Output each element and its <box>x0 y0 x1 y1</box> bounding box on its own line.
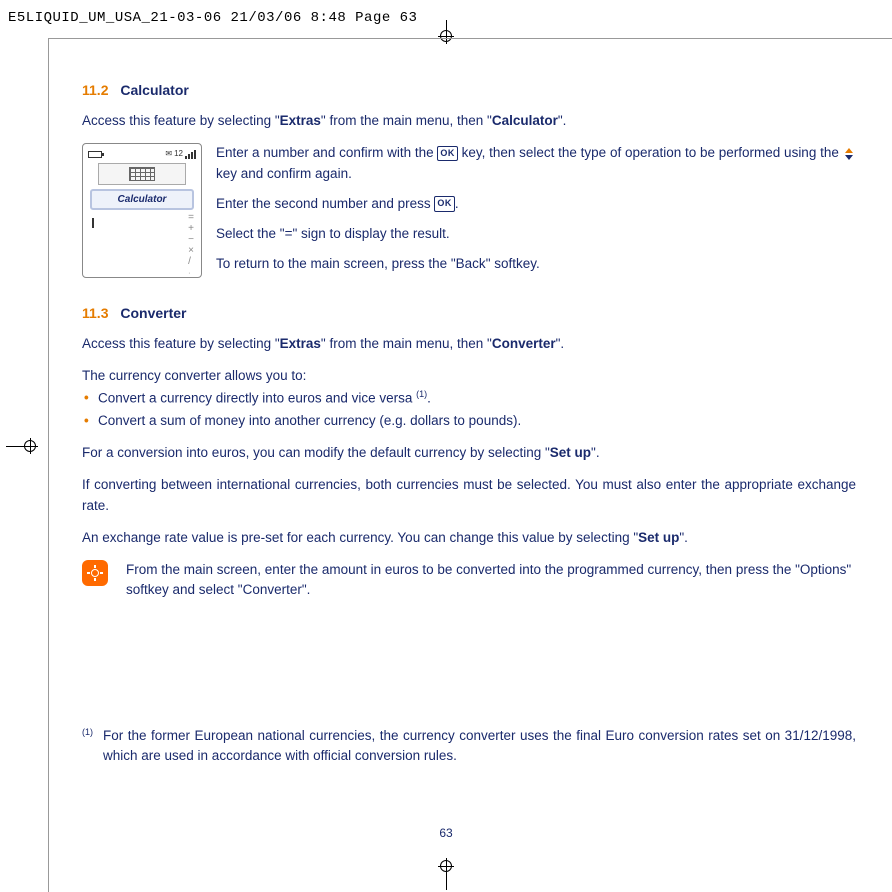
list-item: Convert a sum of money into another curr… <box>82 411 856 431</box>
ok-key-icon: OK <box>437 146 458 162</box>
cursor-icon <box>92 218 94 228</box>
list-item: Convert a currency directly into euros a… <box>82 388 856 409</box>
footnote-text: For the former European national currenc… <box>103 726 856 767</box>
crop-mark-bottom <box>446 872 447 890</box>
registration-mark-bottom <box>438 858 454 874</box>
lightbulb-icon <box>87 565 103 581</box>
section-heading-converter: 11.3 Converter <box>82 303 856 324</box>
footnote-mark: (1) <box>82 726 93 767</box>
page-border-top <box>48 38 892 39</box>
prepress-header: E5LIQUID_UM_USA_21-03-06 21/03/06 8:48 P… <box>8 8 417 29</box>
converter-lead: The currency converter allows you to: <box>82 366 856 386</box>
nav-key-icon <box>843 148 855 160</box>
section-title: Converter <box>120 305 186 321</box>
calc-step-1: Enter a number and confirm with the OK k… <box>216 143 856 184</box>
converter-international: If converting between international curr… <box>82 475 856 516</box>
calculator-intro: Access this feature by selecting "Extras… <box>82 111 856 131</box>
section-number: 11.2 <box>82 82 108 98</box>
converter-list: Convert a currency directly into euros a… <box>82 388 856 431</box>
crop-mark-left <box>6 446 22 447</box>
section-number: 11.3 <box>82 305 108 321</box>
section-heading-calculator: 11.2 Calculator <box>82 80 856 101</box>
page-content: 11.2 Calculator Access this feature by s… <box>82 80 856 621</box>
calc-step-4: To return to the main screen, press the … <box>216 254 856 274</box>
calc-step-2: Enter the second number and press OK. <box>216 194 856 214</box>
calc-step-3: Select the "=" sign to display the resul… <box>216 224 856 244</box>
ok-key-icon: OK <box>434 196 455 212</box>
phone-calculator-label: Calculator <box>90 189 194 210</box>
page-border-left <box>48 38 49 892</box>
calculator-instructions: Enter a number and confirm with the OK k… <box>216 143 856 284</box>
calculator-row: ✉ 12 Calculator =+−×/· Enter a number an… <box>82 143 856 284</box>
tip-row: From the main screen, enter the amount i… <box>82 560 856 601</box>
signal-icon <box>185 150 196 159</box>
phone-mockup: ✉ 12 Calculator =+−×/· <box>82 143 202 278</box>
tip-text: From the main screen, enter the amount i… <box>126 560 856 601</box>
operator-column: =+−×/· <box>188 212 194 278</box>
tip-icon <box>82 560 108 586</box>
phone-status-bar: ✉ 12 <box>86 147 198 161</box>
battery-icon <box>88 151 102 158</box>
converter-setup-1: For a conversion into euros, you can mod… <box>82 443 856 463</box>
registration-mark-left <box>22 438 38 454</box>
envelope-icon: ✉ <box>165 148 172 160</box>
footnote: (1) For the former European national cur… <box>82 726 856 767</box>
page-number: 63 <box>0 824 892 842</box>
converter-intro: Access this feature by selecting "Extras… <box>82 334 856 354</box>
converter-setup-2: An exchange rate value is pre-set for ea… <box>82 528 856 548</box>
section-title: Calculator <box>120 82 188 98</box>
phone-calculator-display <box>98 163 186 185</box>
registration-mark-top <box>438 28 454 44</box>
